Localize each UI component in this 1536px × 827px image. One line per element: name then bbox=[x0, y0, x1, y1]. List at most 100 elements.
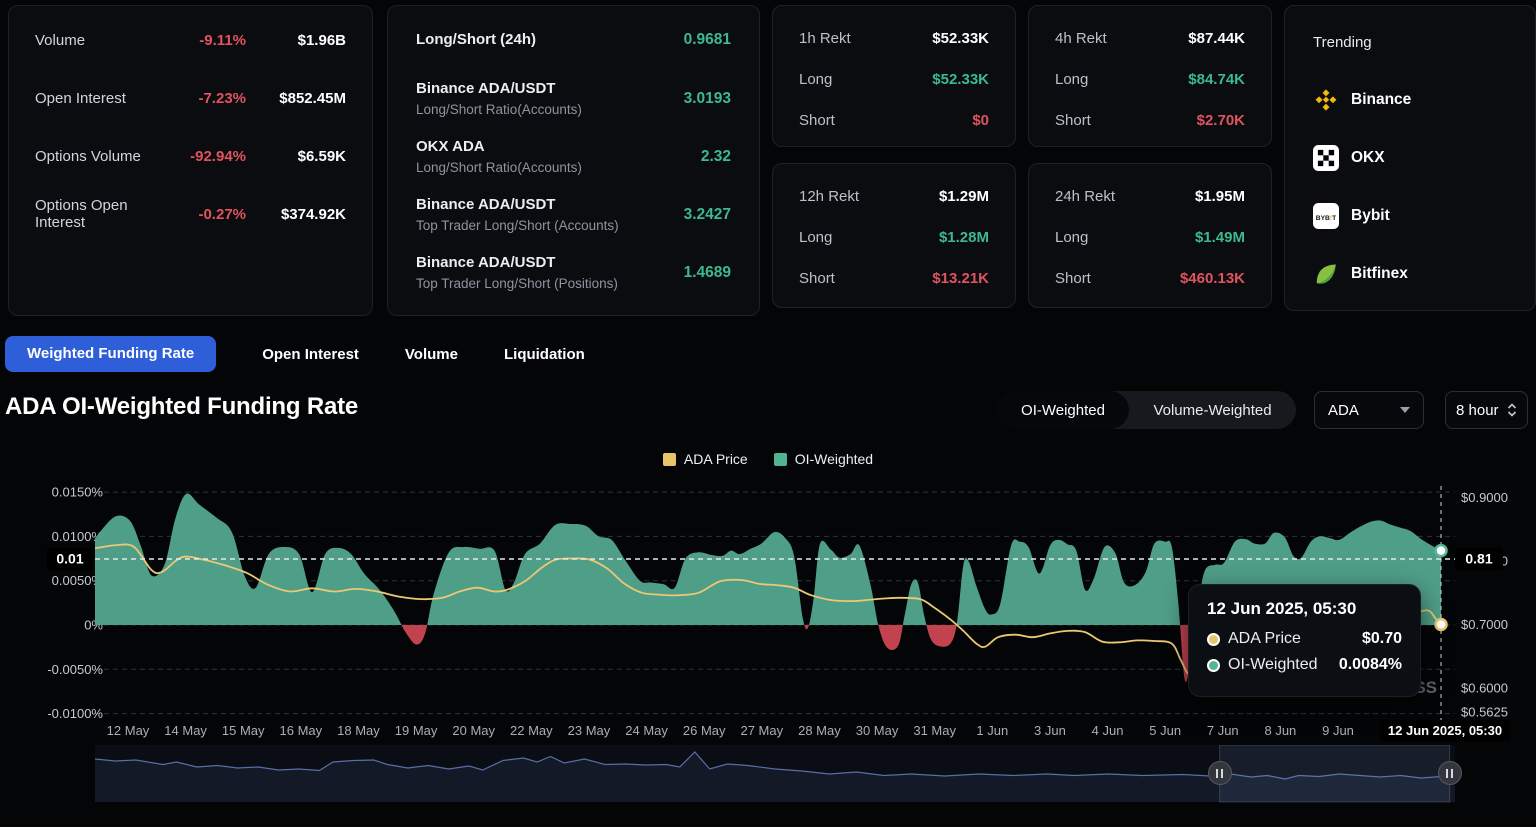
navigator-handle-left[interactable] bbox=[1208, 761, 1232, 785]
toggle-option-volume-weighted[interactable]: Volume-Weighted bbox=[1129, 391, 1296, 429]
x-tick: 30 May bbox=[856, 723, 899, 738]
stat-row: Volume-9.11%$1.96B bbox=[35, 28, 346, 52]
x-tick: 9 Jun bbox=[1322, 723, 1354, 738]
rekt-short-value: $460.13K bbox=[1180, 270, 1245, 287]
ratio-row: Long/Short (24h)0.9681 bbox=[416, 28, 731, 52]
x-tick: 7 Jun bbox=[1207, 723, 1239, 738]
x-tick: 26 May bbox=[683, 723, 726, 738]
ratio-subtitle: Top Trader Long/Short (Positions) bbox=[416, 274, 618, 294]
rekt-short-row: Short$2.70K bbox=[1055, 108, 1245, 132]
trending-title: Trending bbox=[1313, 34, 1372, 51]
tab-liquidation[interactable]: Liquidation bbox=[504, 346, 585, 363]
stat-row: Options Open Interest-0.27%$374.92K bbox=[35, 202, 346, 226]
stat-label: Options Volume bbox=[35, 148, 154, 165]
rekt-long-value: $1.49M bbox=[1195, 229, 1245, 246]
tab-weighted-funding-rate[interactable]: Weighted Funding Rate bbox=[5, 336, 216, 372]
chart-navigator[interactable] bbox=[95, 745, 1455, 803]
rekt-period-label: 12h Rekt bbox=[799, 188, 859, 205]
legend-item-ada-price[interactable]: ADA Price bbox=[663, 451, 748, 467]
rekt-long-value: $1.28M bbox=[939, 229, 989, 246]
svg-text:BYB!T: BYB!T bbox=[1316, 215, 1337, 222]
trending-exchange-bybit[interactable]: BYB!T Bybit bbox=[1313, 202, 1390, 230]
ratio-value: 3.0193 bbox=[684, 90, 731, 108]
x-tick: 15 May bbox=[222, 723, 265, 738]
ratio-row: OKX ADALong/Short Ratio(Accounts) 2.32 bbox=[416, 134, 731, 180]
stat-value: $1.96B bbox=[246, 32, 346, 49]
bybit-icon: BYB!T bbox=[1313, 203, 1339, 229]
rekt-card-1h: 1h Rekt$52.33KLong$52.33KShort$0 bbox=[772, 5, 1016, 147]
rekt-card-24h: 24h Rekt$1.95MLong$1.49MShort$460.13K bbox=[1028, 163, 1272, 308]
rekt-long-row: Long$52.33K bbox=[799, 67, 989, 91]
long-short-ratio-card: Long/Short (24h)0.9681 Binance ADA/USDTLo… bbox=[387, 5, 760, 316]
navigator-selection[interactable] bbox=[1220, 745, 1450, 802]
x-tick: 19 May bbox=[395, 723, 438, 738]
ada-price-cursor-dot bbox=[1436, 619, 1447, 630]
binance-icon bbox=[1313, 87, 1339, 113]
ratio-title: OKX ADA bbox=[416, 136, 582, 158]
y-right-tick: $0.5625 bbox=[1461, 704, 1508, 719]
stat-row: Options Volume-92.94%$6.59K bbox=[35, 144, 346, 168]
rekt-total-value: $1.29M bbox=[939, 188, 989, 205]
x-tick: 4 Jun bbox=[1092, 723, 1124, 738]
rekt-long-value: $84.74K bbox=[1188, 71, 1245, 88]
ratio-row: Binance ADA/USDTTop Trader Long/Short (A… bbox=[416, 192, 731, 238]
stat-change: -0.27% bbox=[154, 206, 246, 223]
tooltip-row: ADA Price$0.70 bbox=[1189, 626, 1420, 652]
series-dot bbox=[1207, 633, 1220, 646]
tab-volume[interactable]: Volume bbox=[405, 346, 458, 363]
stat-value: $852.45M bbox=[246, 90, 346, 107]
trending-exchange-binance[interactable]: Binance bbox=[1313, 86, 1411, 114]
legend-item-oi-weighted[interactable]: OI-Weighted bbox=[774, 451, 873, 467]
rekt-period-label: 4h Rekt bbox=[1055, 30, 1107, 47]
exchange-name: OKX bbox=[1351, 149, 1385, 167]
y-right-tick: $0.9000 bbox=[1461, 490, 1508, 505]
tooltip-title: 12 Jun 2025, 05:30 bbox=[1207, 599, 1402, 619]
market-stats-card: Volume-9.11%$1.96BOpen Interest-7.23%$85… bbox=[8, 5, 373, 316]
stepper-icon bbox=[1507, 402, 1517, 418]
ratio-title: Long/Short (24h) bbox=[416, 29, 536, 51]
ratio-value: 1.4689 bbox=[684, 264, 731, 282]
exchange-name: Binance bbox=[1351, 91, 1411, 109]
interval-select[interactable]: 8 hour bbox=[1445, 391, 1528, 429]
ratio-row-left: OKX ADALong/Short Ratio(Accounts) bbox=[416, 136, 582, 178]
tab-open-interest[interactable]: Open Interest bbox=[262, 346, 359, 363]
x-tick: 3 Jun bbox=[1034, 723, 1066, 738]
tooltip-row-label: OI-Weighted bbox=[1207, 656, 1318, 674]
tooltip-row: OI-Weighted0.0084% bbox=[1189, 652, 1420, 678]
rekt-long-row: Long$1.28M bbox=[799, 225, 989, 249]
x-tick: 1 Jun bbox=[976, 723, 1008, 738]
rekt-header-row: 12h Rekt $1.29M bbox=[799, 184, 989, 208]
coin-select[interactable]: ADA bbox=[1314, 391, 1424, 429]
rekt-total-value: $52.33K bbox=[932, 30, 989, 47]
interval-select-value: 8 hour bbox=[1456, 402, 1499, 419]
y-left-tick: 0.0150% bbox=[52, 485, 104, 500]
tooltip-row-label: ADA Price bbox=[1207, 630, 1301, 648]
ratio-subtitle: Top Trader Long/Short (Accounts) bbox=[416, 216, 619, 236]
rekt-short-label: Short bbox=[799, 112, 835, 129]
ratio-subtitle: Long/Short Ratio(Accounts) bbox=[416, 100, 582, 120]
ratio-value: 3.2427 bbox=[684, 206, 731, 224]
ratio-row: Binance ADA/USDTTop Trader Long/Short (P… bbox=[416, 250, 731, 296]
rekt-header-row: 4h Rekt$87.44K bbox=[1055, 26, 1245, 50]
legend-swatch bbox=[663, 453, 676, 466]
legend-label: OI-Weighted bbox=[795, 451, 873, 467]
x-tick: 16 May bbox=[280, 723, 323, 738]
x-tick: 31 May bbox=[913, 723, 956, 738]
toggle-option-oi-weighted[interactable]: OI-Weighted bbox=[997, 391, 1129, 429]
trending-exchange-bitfinex[interactable]: Bitfinex bbox=[1313, 260, 1408, 288]
trending-exchange-okx[interactable]: OKX bbox=[1313, 144, 1385, 172]
ratio-row-left: Binance ADA/USDTLong/Short Ratio(Account… bbox=[416, 78, 582, 120]
x-tick: 14 May bbox=[164, 723, 207, 738]
binance-icon bbox=[1313, 87, 1339, 113]
ratio-value: 2.32 bbox=[701, 148, 731, 166]
exchange-name: Bybit bbox=[1351, 207, 1390, 225]
y-left-tick: -0.0100% bbox=[47, 706, 103, 721]
navigator-handle-right[interactable] bbox=[1438, 761, 1462, 785]
exchange-name: Bitfinex bbox=[1351, 265, 1408, 283]
rekt-period-label: 1h Rekt bbox=[799, 30, 851, 47]
rekt-card-4h: 4h Rekt$87.44KLong$84.74KShort$2.70K bbox=[1028, 5, 1272, 147]
rekt-long-label: Long bbox=[1055, 229, 1088, 246]
x-tick: 18 May bbox=[337, 723, 380, 738]
crosshair-right-value: 0.81 bbox=[1465, 551, 1492, 567]
rekt-short-label: Short bbox=[799, 270, 835, 287]
